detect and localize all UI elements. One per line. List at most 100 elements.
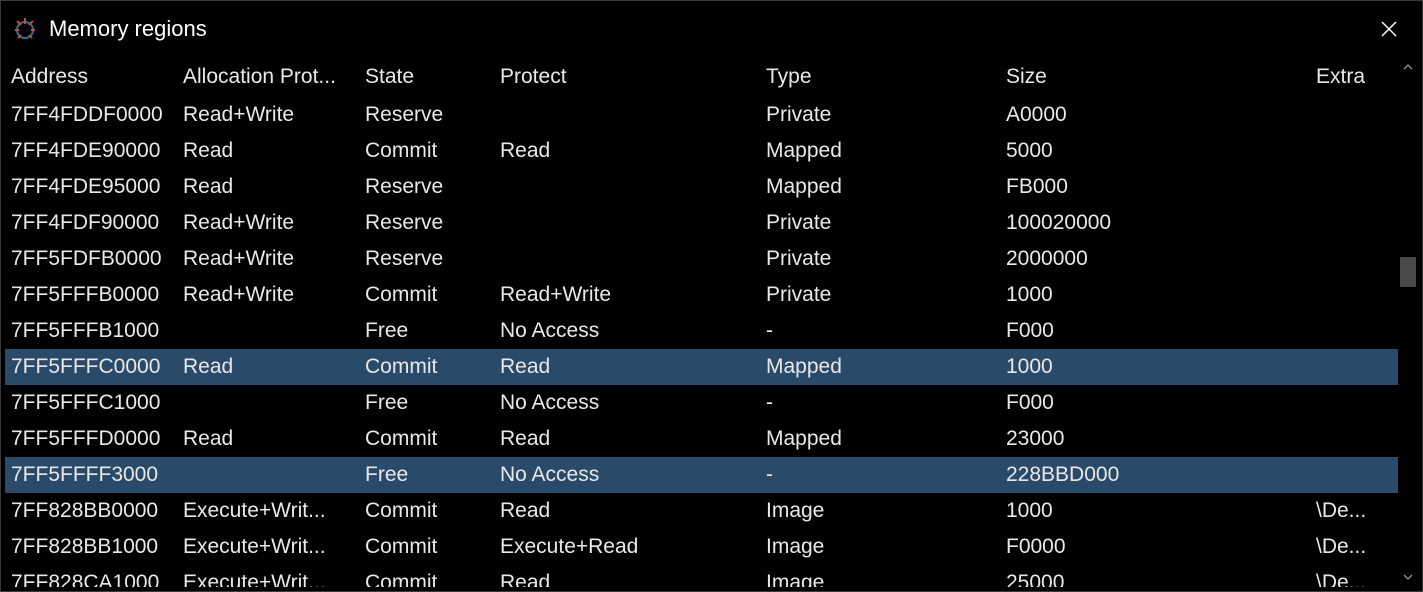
chevron-up-icon xyxy=(1403,62,1413,72)
cell-state: Commit xyxy=(359,281,494,309)
col-header-state[interactable]: State xyxy=(359,61,494,93)
cell-address: 7FF5FFFB1000 xyxy=(5,317,177,345)
cell-type: - xyxy=(760,317,1000,345)
cell-type: Mapped xyxy=(760,353,1000,381)
cell-alloc: Read+Write xyxy=(177,209,359,237)
table-area: Address Allocation Prot... State Protect… xyxy=(5,57,1398,587)
cell-protect: Read+Write xyxy=(494,281,760,309)
cell-address: 7FF5FFFC1000 xyxy=(5,389,177,417)
cell-type: Mapped xyxy=(760,425,1000,453)
cell-alloc: Execute+Writ... xyxy=(177,533,359,561)
cell-alloc: Read xyxy=(177,173,359,201)
cell-state: Reserve xyxy=(359,245,494,273)
cell-type: Private xyxy=(760,101,1000,129)
cell-protect: No Access xyxy=(494,389,760,417)
cell-extra: \De... xyxy=(1310,497,1380,525)
table-row[interactable]: 7FF5FFFD0000ReadCommitReadMapped23000 xyxy=(5,421,1398,457)
table-row[interactable]: 7FF5FFFB1000FreeNo Access-F000 xyxy=(5,313,1398,349)
cell-address: 7FF5FFFB0000 xyxy=(5,281,177,309)
col-header-protect[interactable]: Protect xyxy=(494,61,760,93)
cell-alloc: Read+Write xyxy=(177,101,359,129)
cell-type: Mapped xyxy=(760,137,1000,165)
cell-type: - xyxy=(760,389,1000,417)
cell-type: - xyxy=(760,461,1000,489)
cell-extra: \De... xyxy=(1310,533,1380,561)
cell-state: Commit xyxy=(359,497,494,525)
cell-alloc: Execute+Writ... xyxy=(177,569,359,587)
cell-state: Commit xyxy=(359,425,494,453)
cell-alloc: Read+Write xyxy=(177,245,359,273)
app-icon xyxy=(11,15,39,43)
cell-protect: Read xyxy=(494,569,760,587)
scroll-down-arrow[interactable] xyxy=(1398,567,1418,587)
cell-size: 1000 xyxy=(1000,281,1310,309)
cell-address: 7FF4FDF90000 xyxy=(5,209,177,237)
cell-address: 7FF4FDDF0000 xyxy=(5,101,177,129)
table-row[interactable]: 7FF828CA1000Execute+Writ...CommitReadIma… xyxy=(5,565,1398,587)
col-header-extra[interactable]: Extra xyxy=(1310,61,1380,93)
table-row[interactable]: 7FF5FFFC0000ReadCommitReadMapped1000 xyxy=(5,349,1398,385)
cell-protect: Read xyxy=(494,497,760,525)
table-row[interactable]: 7FF4FDF90000Read+WriteReservePrivate1000… xyxy=(5,205,1398,241)
cell-state: Free xyxy=(359,461,494,489)
table-row[interactable]: 7FF828BB1000Execute+Writ...CommitExecute… xyxy=(5,529,1398,565)
cell-protect xyxy=(494,221,760,225)
cell-extra: \De... xyxy=(1310,569,1380,587)
cell-size: A0000 xyxy=(1000,101,1310,129)
table-row[interactable]: 7FF4FDE95000ReadReserveMappedFB000 xyxy=(5,169,1398,205)
cell-address: 7FF5FFFD0000 xyxy=(5,425,177,453)
cell-alloc: Read xyxy=(177,425,359,453)
cell-extra xyxy=(1310,473,1380,477)
cell-address: 7FF5FFFC0000 xyxy=(5,353,177,381)
close-icon xyxy=(1380,20,1398,38)
col-header-alloc[interactable]: Allocation Prot... xyxy=(177,61,359,93)
cell-address: 7FF4FDE95000 xyxy=(5,173,177,201)
scroll-up-arrow[interactable] xyxy=(1398,57,1418,77)
table-body: 7FF4FDDF0000Read+WriteReservePrivateA000… xyxy=(5,97,1398,587)
table-header: Address Allocation Prot... State Protect… xyxy=(5,57,1398,97)
titlebar: Memory regions xyxy=(1,1,1422,57)
cell-size: 1000 xyxy=(1000,497,1310,525)
cell-extra xyxy=(1310,437,1380,441)
col-header-size[interactable]: Size xyxy=(1000,61,1310,93)
cell-alloc xyxy=(177,329,359,333)
cell-type: Private xyxy=(760,245,1000,273)
table-row[interactable]: 7FF828BB0000Execute+Writ...CommitReadIma… xyxy=(5,493,1398,529)
cell-type: Mapped xyxy=(760,173,1000,201)
cell-alloc xyxy=(177,473,359,477)
window-title: Memory regions xyxy=(49,16,1366,42)
cell-state: Commit xyxy=(359,533,494,561)
cell-address: 7FF828CA1000 xyxy=(5,569,177,587)
col-header-type[interactable]: Type xyxy=(760,61,1000,93)
cell-alloc: Read xyxy=(177,353,359,381)
close-button[interactable] xyxy=(1366,13,1412,45)
table-row[interactable]: 7FF5FFFB0000Read+WriteCommitRead+WritePr… xyxy=(5,277,1398,313)
cell-extra xyxy=(1310,365,1380,369)
cell-extra xyxy=(1310,293,1380,297)
cell-size: 1000 xyxy=(1000,353,1310,381)
cell-type: Image xyxy=(760,533,1000,561)
cell-size: F000 xyxy=(1000,317,1310,345)
cell-extra xyxy=(1310,221,1380,225)
col-header-address[interactable]: Address xyxy=(5,61,177,93)
cell-extra xyxy=(1310,185,1380,189)
table-row[interactable]: 7FF4FDE90000ReadCommitReadMapped5000 xyxy=(5,133,1398,169)
cell-state: Reserve xyxy=(359,173,494,201)
table-row[interactable]: 7FF4FDDF0000Read+WriteReservePrivateA000… xyxy=(5,97,1398,133)
table-row[interactable]: 7FF5FFFC1000FreeNo Access-F000 xyxy=(5,385,1398,421)
cell-address: 7FF5FDFB0000 xyxy=(5,245,177,273)
table-row[interactable]: 7FF5FDFB0000Read+WriteReservePrivate2000… xyxy=(5,241,1398,277)
cell-size: 25000 xyxy=(1000,569,1310,587)
vertical-scrollbar[interactable] xyxy=(1398,57,1418,587)
cell-protect xyxy=(494,185,760,189)
cell-size: 5000 xyxy=(1000,137,1310,165)
cell-type: Image xyxy=(760,497,1000,525)
scroll-thumb[interactable] xyxy=(1400,257,1416,287)
cell-protect: Read xyxy=(494,425,760,453)
cell-protect xyxy=(494,113,760,117)
cell-state: Free xyxy=(359,389,494,417)
cell-address: 7FF828BB1000 xyxy=(5,533,177,561)
cell-type: Private xyxy=(760,281,1000,309)
table-row[interactable]: 7FF5FFFF3000FreeNo Access-228BBD000 xyxy=(5,457,1398,493)
cell-protect: Read xyxy=(494,137,760,165)
